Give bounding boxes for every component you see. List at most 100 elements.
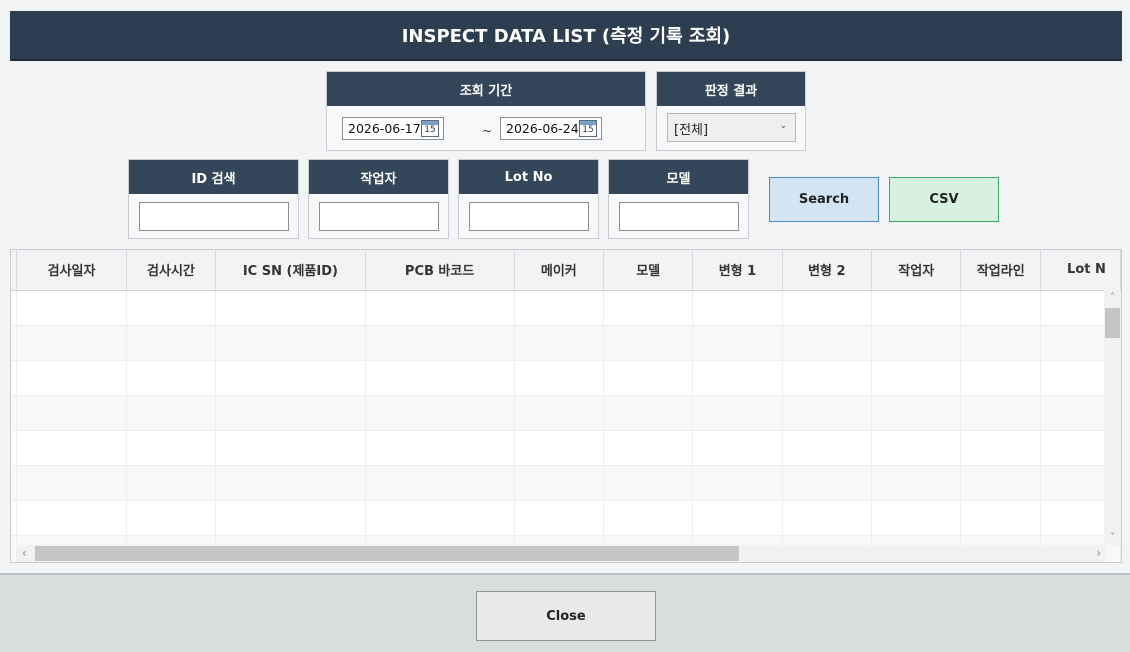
table-cell[interactable] xyxy=(215,290,366,326)
table-cell[interactable] xyxy=(514,500,605,536)
column-header[interactable]: 변형 2 xyxy=(782,250,873,291)
table-cell[interactable] xyxy=(782,500,873,536)
table-cell[interactable] xyxy=(692,395,783,431)
close-button[interactable]: Close xyxy=(476,591,656,641)
table-cell[interactable] xyxy=(871,465,962,501)
start-date-picker[interactable]: 2026-06-17 15 xyxy=(342,117,444,140)
table-cell[interactable] xyxy=(782,290,873,326)
table-cell[interactable] xyxy=(16,430,127,466)
column-header[interactable]: 메이커 xyxy=(514,250,605,291)
table-cell[interactable] xyxy=(215,500,366,536)
table-cell[interactable] xyxy=(514,430,605,466)
table-row[interactable] xyxy=(11,395,1121,431)
column-header[interactable]: 검사일자 xyxy=(16,250,127,291)
horizontal-scrollbar[interactable]: ‹ › xyxy=(17,545,1106,562)
table-cell[interactable] xyxy=(365,395,515,431)
table-cell[interactable] xyxy=(126,325,217,361)
table-cell[interactable] xyxy=(514,465,605,501)
column-header[interactable]: 작업라인 xyxy=(960,250,1042,291)
table-cell[interactable] xyxy=(365,360,515,396)
table-cell[interactable] xyxy=(603,290,694,326)
table-cell[interactable] xyxy=(871,500,962,536)
table-cell[interactable] xyxy=(603,325,694,361)
table-cell[interactable] xyxy=(126,290,217,326)
table-cell[interactable] xyxy=(960,430,1042,466)
table-cell[interactable] xyxy=(514,360,605,396)
column-header[interactable]: Lot N xyxy=(1040,250,1121,291)
table-row[interactable] xyxy=(11,290,1121,326)
vertical-scrollbar[interactable]: ˄ ˅ xyxy=(1104,290,1121,545)
table-cell[interactable] xyxy=(365,325,515,361)
calendar-icon[interactable]: 15 xyxy=(421,120,439,137)
column-header[interactable]: 변형 1 xyxy=(692,250,783,291)
scroll-up-icon[interactable]: ˄ xyxy=(1104,292,1121,303)
table-cell[interactable] xyxy=(603,430,694,466)
search-button[interactable]: Search xyxy=(769,177,879,222)
column-header[interactable]: 검사시간 xyxy=(126,250,217,291)
table-row[interactable] xyxy=(11,430,1121,466)
table-cell[interactable] xyxy=(365,500,515,536)
table-cell[interactable] xyxy=(365,430,515,466)
table-cell[interactable] xyxy=(215,360,366,396)
table-cell[interactable] xyxy=(782,325,873,361)
scroll-down-icon[interactable]: ˅ xyxy=(1104,532,1121,543)
table-cell[interactable] xyxy=(365,465,515,501)
table-cell[interactable] xyxy=(215,465,366,501)
table-cell[interactable] xyxy=(16,395,127,431)
table-cell[interactable] xyxy=(960,500,1042,536)
table-row[interactable] xyxy=(11,500,1121,536)
table-cell[interactable] xyxy=(871,325,962,361)
table-cell[interactable] xyxy=(514,290,605,326)
table-cell[interactable] xyxy=(871,360,962,396)
table-cell[interactable] xyxy=(782,360,873,396)
table-cell[interactable] xyxy=(16,290,127,326)
table-cell[interactable] xyxy=(692,290,783,326)
table-cell[interactable] xyxy=(960,290,1042,326)
table-cell[interactable] xyxy=(692,500,783,536)
table-cell[interactable] xyxy=(782,465,873,501)
table-cell[interactable] xyxy=(692,465,783,501)
table-cell[interactable] xyxy=(126,360,217,396)
table-cell[interactable] xyxy=(603,500,694,536)
table-row[interactable] xyxy=(11,325,1121,361)
table-cell[interactable] xyxy=(692,325,783,361)
scroll-left-icon[interactable]: ‹ xyxy=(22,546,27,560)
vertical-scroll-thumb[interactable] xyxy=(1105,308,1120,338)
id-search-input[interactable] xyxy=(139,202,289,231)
table-cell[interactable] xyxy=(603,360,694,396)
table-cell[interactable] xyxy=(215,325,366,361)
end-date-picker[interactable]: 2026-06-24 15 xyxy=(500,117,602,140)
table-cell[interactable] xyxy=(782,430,873,466)
table-cell[interactable] xyxy=(126,500,217,536)
table-cell[interactable] xyxy=(126,465,217,501)
data-grid[interactable]: 검사일자 검사시간 IC SN (제품ID) PCB 바코드 메이커 모델 변형… xyxy=(10,249,1122,563)
table-cell[interactable] xyxy=(16,325,127,361)
table-cell[interactable] xyxy=(960,395,1042,431)
csv-button[interactable]: CSV xyxy=(889,177,999,222)
scroll-right-icon[interactable]: › xyxy=(1096,546,1101,560)
table-cell[interactable] xyxy=(215,430,366,466)
table-cell[interactable] xyxy=(16,465,127,501)
table-row[interactable] xyxy=(11,465,1121,501)
column-header[interactable]: IC SN (제품ID) xyxy=(215,250,366,291)
column-header[interactable]: 모델 xyxy=(603,250,694,291)
table-cell[interactable] xyxy=(215,395,366,431)
table-cell[interactable] xyxy=(126,430,217,466)
table-cell[interactable] xyxy=(871,430,962,466)
table-cell[interactable] xyxy=(126,395,217,431)
calendar-icon[interactable]: 15 xyxy=(579,120,597,137)
lot-input[interactable] xyxy=(469,202,589,231)
table-cell[interactable] xyxy=(603,465,694,501)
worker-input[interactable] xyxy=(319,202,439,231)
model-input[interactable] xyxy=(619,202,739,231)
table-cell[interactable] xyxy=(960,360,1042,396)
table-cell[interactable] xyxy=(16,500,127,536)
table-cell[interactable] xyxy=(960,325,1042,361)
table-row[interactable] xyxy=(11,360,1121,396)
table-cell[interactable] xyxy=(960,465,1042,501)
table-cell[interactable] xyxy=(692,360,783,396)
table-cell[interactable] xyxy=(365,290,515,326)
column-header[interactable]: PCB 바코드 xyxy=(365,250,515,291)
table-cell[interactable] xyxy=(514,395,605,431)
table-cell[interactable] xyxy=(603,395,694,431)
